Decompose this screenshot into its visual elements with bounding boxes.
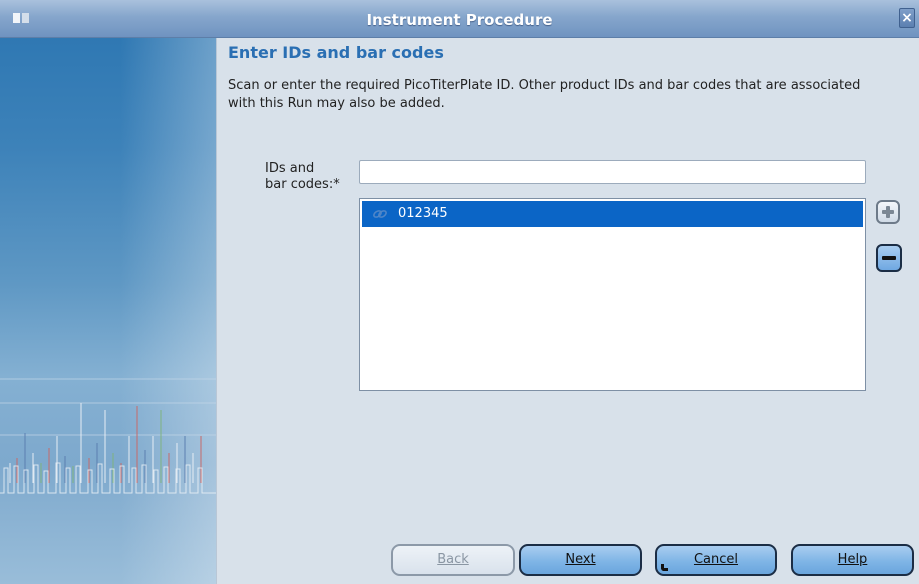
decorative-sidebar xyxy=(0,38,216,584)
ids-field-label: IDs and bar codes:* xyxy=(265,161,365,193)
title-bar[interactable]: Instrument Procedure × xyxy=(0,0,919,38)
ids-list[interactable]: 012345 xyxy=(359,198,866,391)
help-button[interactable]: Help xyxy=(791,544,914,576)
list-item-label: 012345 xyxy=(398,206,448,221)
ids-field-label-line1: IDs and xyxy=(265,161,315,176)
window-title: Instrument Procedure xyxy=(366,11,553,29)
list-item[interactable]: 012345 xyxy=(362,201,863,227)
remove-button[interactable] xyxy=(876,244,902,272)
wizard-content: Enter IDs and bar codes Scan or enter th… xyxy=(217,38,919,584)
page-heading: Enter IDs and bar codes xyxy=(228,43,444,62)
link-icon xyxy=(373,210,387,218)
next-button[interactable]: Next xyxy=(519,544,642,576)
page-description: Scan or enter the required PicoTiterPlat… xyxy=(228,78,861,111)
focus-corner-icon xyxy=(661,564,668,571)
ids-field-label-line2: bar codes:* xyxy=(265,177,340,192)
ids-input[interactable] xyxy=(359,160,866,184)
add-button[interactable] xyxy=(876,200,900,224)
cancel-button[interactable]: Cancel xyxy=(655,544,777,576)
close-button[interactable]: × xyxy=(899,8,915,28)
back-button[interactable]: Back xyxy=(391,544,515,576)
minus-icon xyxy=(882,256,896,260)
sequencing-graphic xyxy=(0,378,216,494)
